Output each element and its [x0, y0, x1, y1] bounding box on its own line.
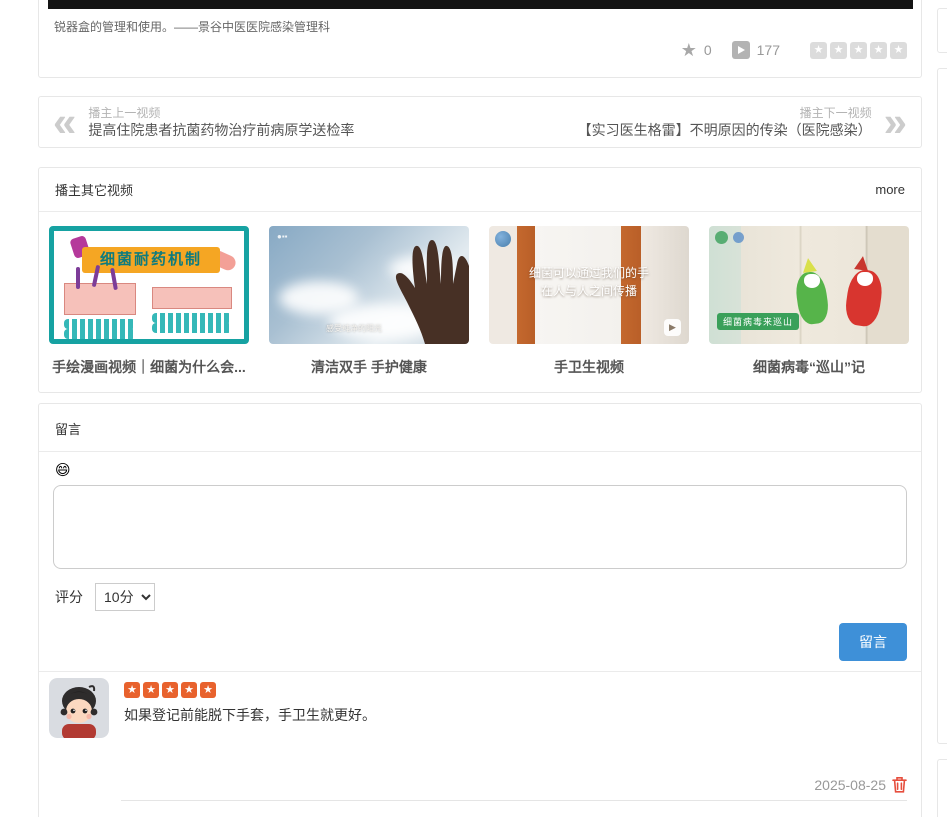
rating-select[interactable]: 10分 — [95, 583, 155, 611]
video-player-bottom-edge — [48, 0, 913, 9]
star-icon: ★ — [124, 682, 140, 698]
next-video-title[interactable]: 【实习医生格雷】不明原因的传染（医院感染） — [578, 121, 872, 140]
video-thumbnail-corridor[interactable]: 细菌可以通过我们的手 在人与人之间传播 ▶ — [489, 226, 689, 344]
video-thumbnail-cartoon[interactable]: 细菌耐药机制 — [49, 226, 249, 344]
video-thumbnail-costumes[interactable]: 细菌病毒来巡山 — [709, 226, 909, 344]
rating-star-icon[interactable]: ★ — [870, 42, 887, 59]
comment-rating: ★ ★ ★ ★ ★ — [124, 682, 376, 698]
prev-video-label: 播主上一视频 — [88, 105, 354, 121]
comment-date: 2025-08-25 — [814, 777, 886, 793]
video-description: 锐器盒的管理和使用。——景谷中医医院感染管理科 — [54, 18, 330, 35]
logo-icon — [733, 232, 744, 243]
video-card[interactable]: 细菌可以通过我们的手 在人与人之间传播 ▶ 手卫生视频 — [489, 226, 689, 377]
video-thumbnail-hand-sky[interactable]: ●▪▪ 感受纯净的阳光 — [269, 226, 469, 344]
rating-star-icon[interactable]: ★ — [850, 42, 867, 59]
rating-star-icon[interactable]: ★ — [830, 42, 847, 59]
video-caption[interactable]: 手绘漫画视频｜细菌为什么会... — [49, 357, 249, 377]
comment-input[interactable] — [53, 485, 907, 569]
hospital-logo-icon — [495, 231, 511, 247]
video-caption[interactable]: 清洁双手 手护健康 — [269, 357, 469, 377]
prev-video-link[interactable]: 播主上一视频 提高住院患者抗菌药物治疗前病原学送检率 — [88, 105, 354, 140]
favorite-count: 0 — [704, 42, 712, 58]
rating-label: 评分 — [55, 587, 83, 607]
video-info-panel: 锐器盒的管理和使用。——景谷中医医院感染管理科 ★ 0 177 ★ ★ ★ ★ … — [38, 0, 922, 78]
emoji-picker-icon[interactable]: 😄 — [55, 462, 71, 479]
submit-comment-button[interactable]: 留言 — [839, 623, 907, 661]
prev-next-panel: « 播主上一视频 提高住院患者抗菌药物治疗前病原学送检率 播主下一视频 【实习医… — [38, 96, 922, 148]
delete-comment-icon[interactable] — [892, 776, 907, 793]
star-icon: ★ — [181, 682, 197, 698]
play-badge-icon: ▶ — [664, 319, 681, 336]
next-video-link[interactable]: 播主下一视频 【实习医生格雷】不明原因的传染（医院感染） — [578, 105, 872, 140]
sidebar-panel-edge — [937, 68, 947, 744]
star-icon: ★ — [200, 682, 216, 698]
thumb-overlay-text: 细菌耐药机制 — [82, 247, 220, 273]
next-video-label: 播主下一视频 — [578, 105, 872, 121]
more-link[interactable]: more — [875, 182, 905, 197]
rating-star-icon[interactable]: ★ — [810, 42, 827, 59]
other-videos-title: 播主其它视频 — [55, 180, 133, 199]
sidebar-panel-edge — [937, 759, 947, 817]
video-caption[interactable]: 细菌病毒“巡山”记 — [709, 357, 909, 377]
avatar — [49, 678, 109, 738]
play-count: 177 — [757, 42, 780, 58]
prev-video-title[interactable]: 提高住院患者抗菌药物治疗前病原学送检率 — [88, 121, 354, 140]
thumb-overlay-text: 感受纯净的阳光 — [269, 323, 439, 334]
video-card[interactable]: 细菌病毒来巡山 细菌病毒“巡山”记 — [709, 226, 909, 377]
comment-item: ★ ★ ★ ★ ★ 如果登记前能脱下手套，手卫生就更好。 — [39, 672, 921, 738]
thumb-overlay-text: 在人与人之间传播 — [489, 282, 689, 300]
video-caption[interactable]: 手卫生视频 — [489, 357, 689, 377]
thumb-overlay-text: 细菌可以通过我们的手 — [489, 264, 689, 282]
comments-panel: 留言 😄 评分 10分 留言 — [38, 403, 922, 817]
star-icon: ★ — [162, 682, 178, 698]
thumb-overlay-text: 细菌病毒来巡山 — [717, 313, 799, 330]
comments-title: 留言 — [39, 404, 921, 452]
play-count-icon — [732, 41, 750, 59]
prev-chevron-icon[interactable]: « — [53, 107, 76, 137]
rating-star-icon[interactable]: ★ — [890, 42, 907, 59]
rating-widget[interactable]: ★ ★ ★ ★ ★ — [810, 42, 907, 59]
thumbnail-row: 细菌耐药机制 手绘漫画视频｜细菌为什么会... ●▪▪ — [39, 212, 921, 377]
comment-text: 如果登记前能脱下手套，手卫生就更好。 — [124, 705, 376, 725]
star-icon: ★ — [143, 682, 159, 698]
favorite-star-icon: ★ — [681, 41, 697, 59]
other-videos-panel: 播主其它视频 more 细菌耐药机制 手绘漫画视频｜细菌为什 — [38, 167, 922, 393]
video-stats: ★ 0 177 ★ ★ ★ ★ ★ — [681, 41, 907, 59]
video-card[interactable]: 细菌耐药机制 手绘漫画视频｜细菌为什么会... — [49, 226, 249, 377]
logo-icon — [715, 231, 728, 244]
video-card[interactable]: ●▪▪ 感受纯净的阳光 清洁双手 手护健康 — [269, 226, 469, 377]
sidebar-panel-edge — [937, 8, 947, 53]
next-chevron-icon[interactable]: » — [884, 107, 907, 137]
comment-separator — [121, 800, 907, 801]
